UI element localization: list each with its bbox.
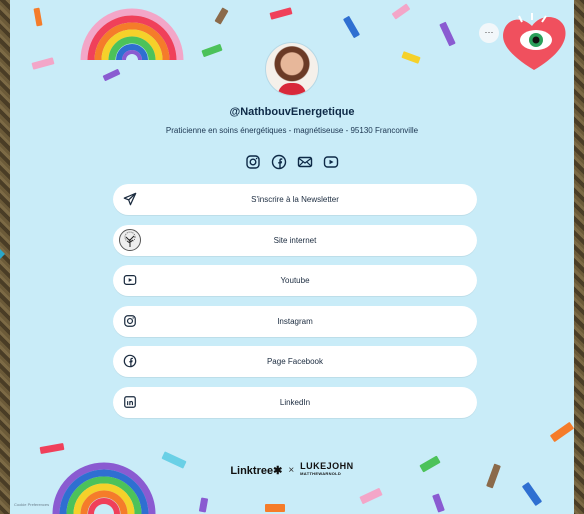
confetti [198, 497, 209, 513]
link-facebook-button[interactable]: Page Facebook [113, 346, 477, 377]
confetti [39, 442, 65, 455]
facebook-icon[interactable] [271, 154, 287, 170]
link-youtube-button[interactable]: Youtube [113, 265, 477, 296]
more-options-button[interactable]: ··· [479, 23, 499, 43]
footer: Linktree✱ × LUKEJOHN MATTHEWARNOLD [10, 462, 574, 478]
link-list: S'inscrire à la Newsletter Site internet… [113, 184, 477, 427]
linktree-page: ··· @NathbouvEnergetique Praticienne en … [10, 0, 574, 514]
confetti [33, 7, 43, 27]
profile-header: @NathbouvEnergetique Praticienne en soin… [10, 42, 574, 170]
link-linkedin-button[interactable]: LinkedIn [113, 386, 477, 418]
link-label: Site internet [273, 235, 317, 245]
tree-logo-icon [119, 228, 141, 251]
confetti [549, 421, 574, 443]
link-label: LinkedIn [279, 397, 311, 407]
partner-logo[interactable]: LUKEJOHN MATTHEWARNOLD [300, 462, 354, 478]
partner-logo-sub: MATTHEWARNOLD [300, 471, 342, 476]
link-label: Page Facebook [266, 357, 324, 366]
side-tab-marker [0, 249, 5, 259]
avatar [265, 42, 319, 96]
confetti [342, 15, 361, 39]
profile-handle: @NathbouvEnergetique [229, 106, 355, 118]
confetti [269, 7, 293, 20]
instagram-icon [119, 310, 141, 332]
confetti [521, 481, 543, 507]
facebook-icon [119, 350, 141, 372]
send-icon [119, 188, 141, 210]
link-label: Instagram [277, 316, 313, 326]
linktree-logo[interactable]: Linktree✱ [230, 464, 282, 477]
confetti [391, 3, 411, 20]
profile-bio: Praticienne en soins énergétiques - magn… [165, 126, 419, 135]
youtube-icon[interactable] [323, 154, 339, 170]
link-instagram-button[interactable]: Instagram [113, 305, 477, 337]
confetti [432, 493, 445, 513]
link-website-button[interactable]: Site internet [113, 224, 477, 256]
collab-separator: × [288, 464, 295, 476]
confetti [359, 487, 383, 505]
social-icons [10, 154, 574, 170]
link-label: S'inscrire à la Newsletter [251, 195, 339, 204]
confetti [265, 504, 285, 512]
youtube-icon [119, 269, 141, 291]
cookie-preferences-link[interactable]: Cookie Preferences [14, 502, 49, 507]
email-icon[interactable] [297, 154, 313, 170]
confetti [214, 7, 229, 25]
linkedin-icon [119, 391, 141, 413]
link-label: Youtube [280, 276, 310, 285]
link-newsletter-button[interactable]: S'inscrire à la Newsletter [113, 184, 477, 215]
instagram-icon[interactable] [245, 154, 261, 170]
